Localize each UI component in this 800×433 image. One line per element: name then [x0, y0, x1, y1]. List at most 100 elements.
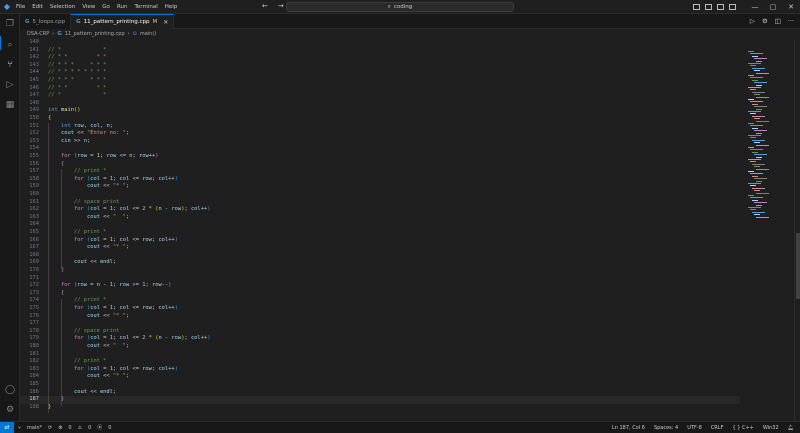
tab-11-pattern-printing[interactable]: G 11_pattern_printing.cpp M ✕: [71, 14, 175, 29]
code-line[interactable]: 153 cin >> n;: [20, 138, 740, 146]
split-editor-icon[interactable]: ◫: [775, 17, 781, 25]
code-line[interactable]: 148: [20, 100, 740, 108]
explorer-icon[interactable]: ❐: [5, 19, 15, 29]
code-line[interactable]: 179 for (col = 1; col <= 2 * (n - row); …: [20, 335, 740, 343]
extensions-icon[interactable]: ▦: [5, 100, 15, 110]
code-line[interactable]: 141 // * *: [20, 47, 740, 55]
accounts-icon[interactable]: ◯: [5, 385, 15, 395]
code-line[interactable]: 185: [20, 381, 740, 389]
code-line[interactable]: 143 // * * * * * *: [20, 62, 740, 70]
maximize-icon[interactable]: ▢: [764, 0, 782, 14]
code-line[interactable]: 174 // print *: [20, 297, 740, 305]
code-line[interactable]: 183 for (col = 1; col <= row; col++): [20, 366, 740, 374]
code-line[interactable]: 156 {: [20, 161, 740, 169]
code-line[interactable]: 159 cout << "* ";: [20, 183, 740, 191]
code-line[interactable]: 140: [20, 39, 740, 47]
code-line[interactable]: 186 cout << endl;: [20, 389, 740, 397]
minimap[interactable]: [745, 39, 793, 421]
settings-gear-icon[interactable]: ⚙: [5, 405, 15, 415]
indentation[interactable]: Spaces: 4: [654, 425, 678, 431]
code-line[interactable]: 175 for (col = 1; col <= row; col++): [20, 305, 740, 313]
code-line[interactable]: 162 for (col = 1; col <= 2 * (n - row); …: [20, 206, 740, 214]
toggle-panel-icon[interactable]: [705, 4, 712, 10]
menu-go[interactable]: Go: [102, 4, 110, 10]
close-tab-icon[interactable]: ✕: [160, 19, 168, 26]
encoding[interactable]: UTF-8: [687, 425, 702, 431]
code-line[interactable]: 146 // * * * *: [20, 85, 740, 93]
code-line[interactable]: 166 for (col = 1; col <= row; col++): [20, 237, 740, 245]
code-line[interactable]: 145 // * * * * * *: [20, 77, 740, 85]
code-line[interactable]: 152 cout << "Enter no: ";: [20, 130, 740, 138]
scrollbar-thumb[interactable]: [796, 233, 800, 299]
code-line[interactable]: 177: [20, 320, 740, 328]
code-line[interactable]: 170 }: [20, 267, 740, 275]
ports-count[interactable]: 0: [108, 425, 111, 431]
language-mode[interactable]: { } C++: [732, 425, 753, 431]
code-line[interactable]: 181: [20, 351, 740, 359]
code-line[interactable]: 147 // * *: [20, 92, 740, 100]
code-line[interactable]: 155 for (row = 1; row <= n; row++): [20, 153, 740, 161]
warning-count[interactable]: 0: [88, 425, 91, 431]
toggle-primary-sidebar-icon[interactable]: [693, 4, 700, 10]
code-line[interactable]: 163 cout << " ";: [20, 214, 740, 222]
menu-selection[interactable]: Selection: [50, 4, 75, 10]
menu-run[interactable]: Run: [117, 4, 128, 10]
error-count[interactable]: 0: [68, 425, 71, 431]
menu-file[interactable]: File: [16, 4, 25, 10]
tab-5-loops[interactable]: G 5_loops.cpp: [20, 14, 72, 29]
breadcrumb-folder[interactable]: DSA-CRP: [27, 31, 49, 37]
code-line[interactable]: 142 // * * * *: [20, 54, 740, 62]
code-line[interactable]: 150 {: [20, 115, 740, 123]
toggle-secondary-sidebar-icon[interactable]: [717, 4, 724, 10]
search-view-icon[interactable]: ⌕: [5, 40, 15, 50]
sync-icon[interactable]: ⟳: [48, 425, 52, 431]
code-line[interactable]: 176 cout << "* ";: [20, 313, 740, 321]
code-line[interactable]: 149 int main(): [20, 107, 740, 115]
menu-terminal[interactable]: Terminal: [134, 4, 157, 10]
code-line[interactable]: 178 // space print: [20, 328, 740, 336]
branch-name[interactable]: main*: [27, 425, 42, 431]
run-debug-icon[interactable]: ▷: [5, 80, 15, 90]
line-ending[interactable]: CRLF: [711, 425, 724, 431]
code-line[interactable]: 184 cout << "* ";: [20, 373, 740, 381]
menu-view[interactable]: View: [82, 4, 95, 10]
code-line[interactable]: 157 // print *: [20, 168, 740, 176]
customize-layout-icon[interactable]: [729, 4, 736, 10]
code-line[interactable]: 167 cout << "* ";: [20, 244, 740, 252]
code-line[interactable]: 158 for (col = 1; col <= row; col++): [20, 176, 740, 184]
menu-edit[interactable]: Edit: [32, 4, 43, 10]
code-line[interactable]: 144 // * * * * * * * *: [20, 69, 740, 77]
platform[interactable]: Win32: [763, 425, 779, 431]
more-actions-icon[interactable]: ···: [788, 17, 794, 25]
code-line[interactable]: 161 // space print: [20, 199, 740, 207]
code-line[interactable]: 188}: [20, 404, 740, 412]
code-editor[interactable]: 140 141 // * * 142 // * * * * 143 // * * * * *…: [20, 39, 795, 421]
code-line[interactable]: 180 cout << " ";: [20, 343, 740, 351]
code-line[interactable]: 169 cout << endl;: [20, 259, 740, 267]
breadcrumb-symbol[interactable]: main(): [140, 31, 156, 37]
code-line[interactable]: 160: [20, 191, 740, 199]
notifications-bell-icon[interactable]: 🔔︎: [788, 425, 794, 431]
back-arrow-icon[interactable]: ←: [262, 2, 268, 10]
menu-help[interactable]: Help: [165, 4, 178, 10]
command-center-search[interactable]: ⌕ coding: [286, 2, 514, 12]
vertical-scrollbar[interactable]: [794, 39, 800, 421]
close-window-icon[interactable]: ✕: [782, 0, 800, 14]
code-line[interactable]: 172 for (row = n - 1; row >= 1; row--): [20, 282, 740, 290]
code-line[interactable]: 173 {: [20, 290, 740, 298]
code-line[interactable]: 154: [20, 145, 740, 153]
cursor-position[interactable]: Ln 187, Col 6: [612, 425, 645, 431]
code-line[interactable]: 182 // print *: [20, 358, 740, 366]
run-code-icon[interactable]: ▷: [750, 17, 755, 25]
code-line[interactable]: 171: [20, 275, 740, 283]
code-line[interactable]: 165 // print *: [20, 229, 740, 237]
source-control-icon[interactable]: ⑂: [5, 60, 15, 70]
settings-icon[interactable]: ⚙: [762, 17, 768, 25]
code-line[interactable]: 151 int row, col, n;: [20, 123, 740, 131]
forward-arrow-icon[interactable]: →: [278, 2, 284, 10]
code-line[interactable]: 187 }: [20, 396, 740, 404]
code-line[interactable]: 168: [20, 252, 740, 260]
code-line[interactable]: 164: [20, 221, 740, 229]
minimize-icon[interactable]: —: [746, 0, 764, 14]
remote-indicator-icon[interactable]: ⇄: [0, 421, 14, 433]
